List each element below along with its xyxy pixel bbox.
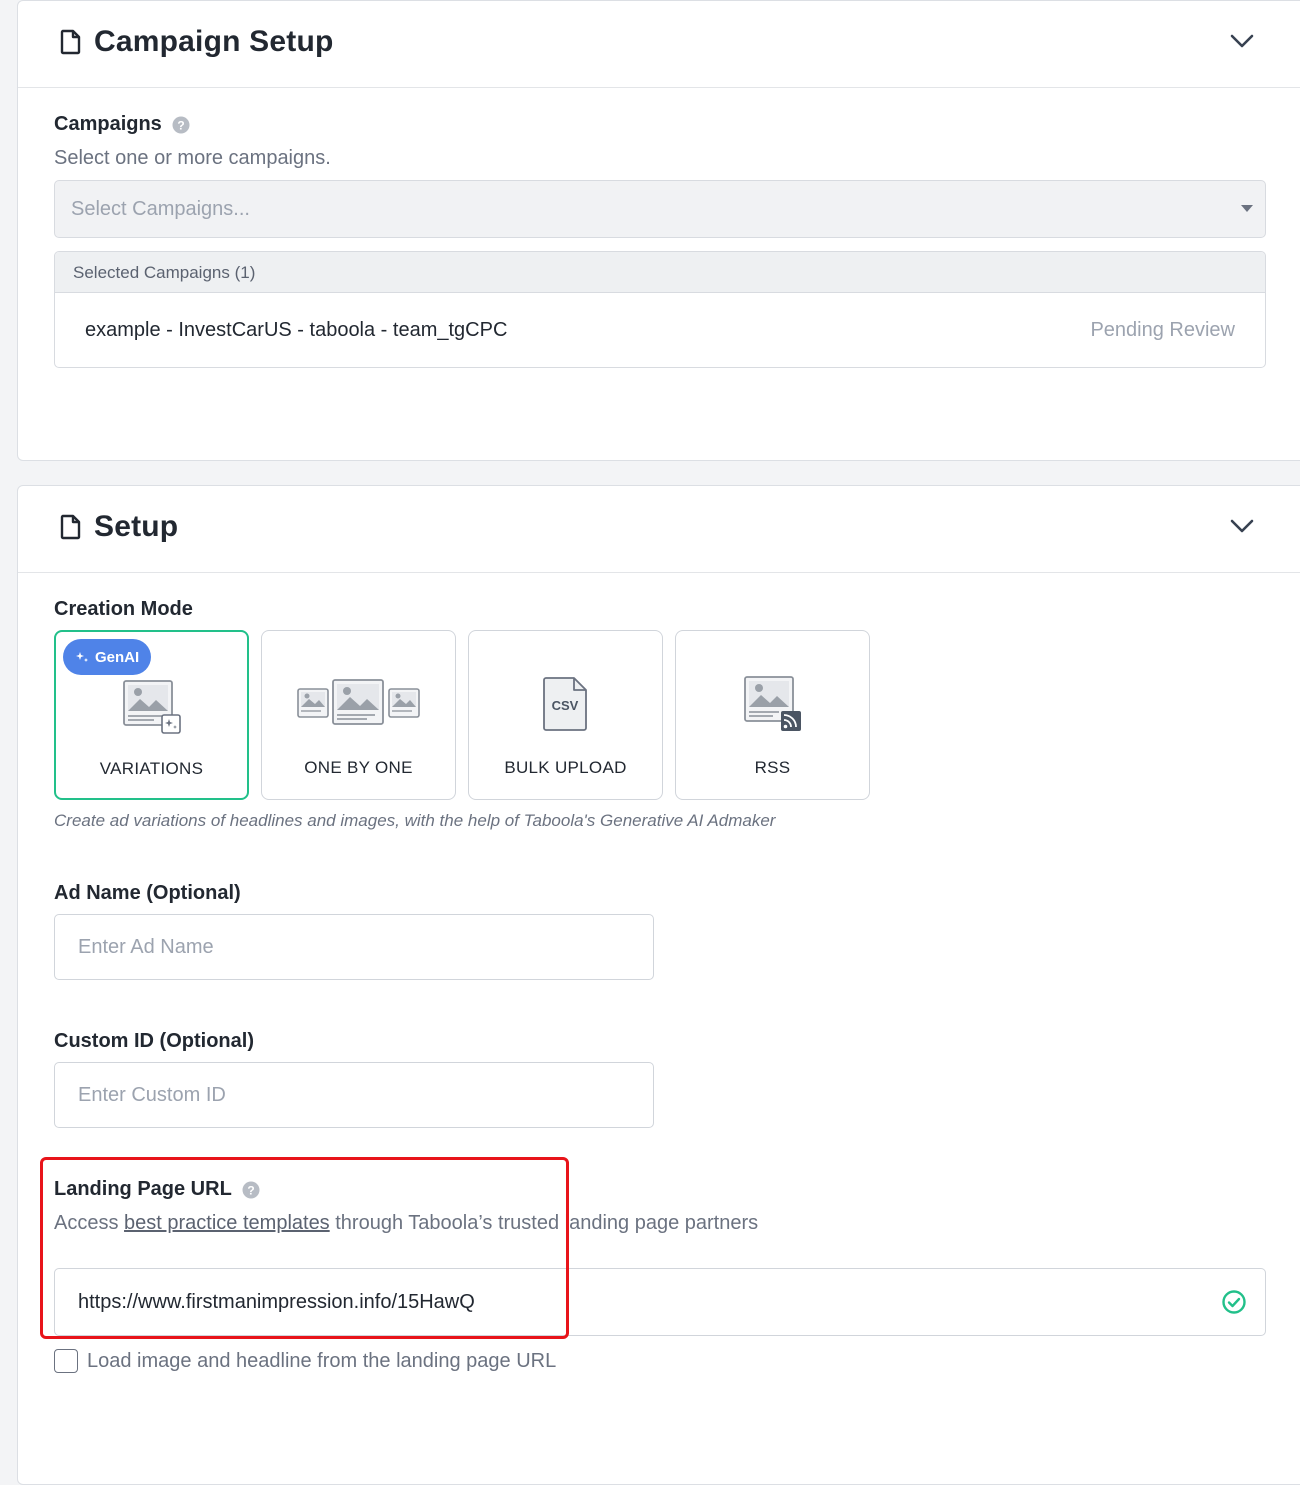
check-circle-icon — [1221, 1289, 1247, 1320]
campaign-status: Pending Review — [1090, 319, 1235, 341]
mode-label: VARIATIONS — [99, 759, 204, 778]
ad-name-label: Ad Name (Optional) — [54, 882, 241, 904]
custom-id-placeholder: Enter Custom ID — [78, 1084, 226, 1106]
creation-mode-label: Creation Mode — [54, 598, 193, 620]
document-icon — [60, 514, 82, 540]
document-icon — [60, 29, 82, 55]
setup-title-text: Setup — [94, 510, 179, 543]
list-item[interactable]: example - InvestCarUS - taboola - team_t… — [55, 293, 1265, 367]
campaign-setup-title-text: Campaign Setup — [94, 25, 334, 58]
mode-label: RSS — [754, 758, 791, 777]
genai-badge-text: GenAI — [95, 648, 140, 666]
csv-file-icon: CSV — [469, 676, 662, 732]
sparkle-icon — [75, 650, 89, 664]
caret-down-icon — [1241, 205, 1253, 212]
creation-mode-hint: Create ad variations of headlines and im… — [54, 811, 776, 830]
mode-rss[interactable]: RSS — [675, 630, 870, 800]
custom-id-label: Custom ID (Optional) — [54, 1030, 254, 1052]
ad-name-placeholder: Enter Ad Name — [78, 936, 214, 958]
ad-name-input[interactable]: Enter Ad Name — [54, 914, 654, 980]
load-from-url-checkbox[interactable] — [54, 1349, 78, 1373]
campaign-name: example - InvestCarUS - taboola - team_t… — [85, 319, 508, 341]
mode-variations[interactable]: GenAI VARIATIONS — [54, 630, 249, 800]
highlight-box — [40, 1157, 569, 1339]
campaigns-label: Campaigns ? — [54, 113, 190, 136]
genai-badge: GenAI — [63, 639, 152, 675]
campaigns-select-placeholder: Select Campaigns... — [71, 198, 250, 220]
csv-icon-text: CSV — [551, 698, 578, 713]
campaign-setup-header[interactable]: Campaign Setup — [18, 1, 1300, 88]
image-icon — [262, 679, 455, 725]
campaign-setup-title: Campaign Setup — [60, 25, 334, 59]
selected-campaigns-box: Selected Campaigns (1) example - InvestC… — [54, 251, 1266, 368]
campaigns-label-text: Campaigns — [54, 113, 162, 135]
setup-header[interactable]: Setup — [18, 486, 1300, 573]
image-icon — [56, 679, 247, 735]
campaigns-select[interactable]: Select Campaigns... — [54, 180, 1266, 238]
mode-label: ONE BY ONE — [304, 758, 413, 777]
campaigns-help-text: Select one or more campaigns. — [54, 147, 331, 169]
mode-one-by-one[interactable]: ONE BY ONE — [261, 630, 456, 800]
rss-icon — [676, 675, 869, 733]
load-from-url-label[interactable]: Load image and headline from the landing… — [87, 1350, 556, 1373]
setup-title: Setup — [60, 510, 178, 544]
help-icon[interactable]: ? — [172, 116, 190, 134]
mode-label: BULK UPLOAD — [504, 758, 627, 777]
chevron-down-icon[interactable] — [1230, 33, 1254, 54]
custom-id-input[interactable]: Enter Custom ID — [54, 1062, 654, 1128]
svg-text:?: ? — [177, 118, 184, 132]
campaign-setup-card: Campaign Setup Campaigns ? Select one or… — [17, 0, 1300, 461]
selected-campaigns-header: Selected Campaigns (1) — [55, 252, 1265, 293]
chevron-down-icon[interactable] — [1230, 518, 1254, 539]
mode-bulk-upload[interactable]: CSV BULK UPLOAD — [468, 630, 663, 800]
